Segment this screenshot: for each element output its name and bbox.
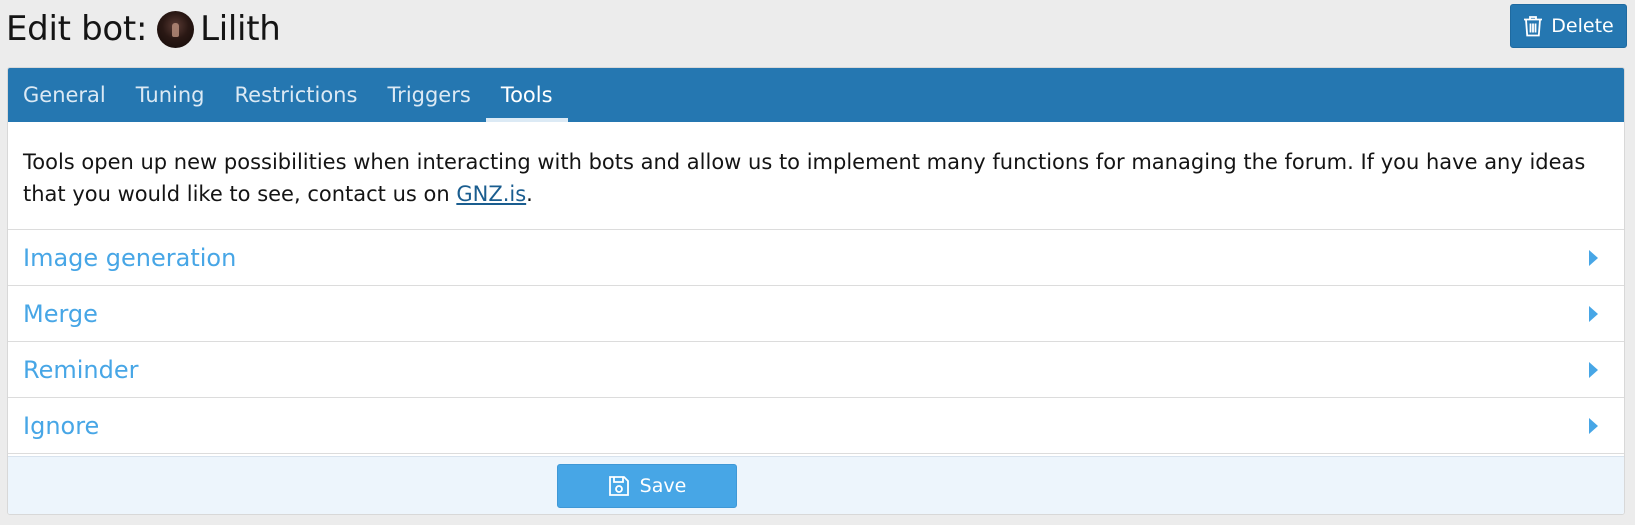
tab-label: Restrictions [234, 83, 358, 107]
save-icon [608, 476, 629, 496]
tools-description: Tools open up new possibilities when int… [8, 122, 1624, 230]
page-title: Edit bot: Lilith [6, 4, 281, 54]
tools-description-text: Tools open up new possibilities when int… [23, 150, 1586, 206]
tab-label: Tools [500, 83, 553, 107]
tab-restrictions[interactable]: Restrictions [220, 68, 373, 122]
tab-label: Tuning [135, 83, 205, 107]
caret-right-icon [1589, 361, 1598, 378]
tools-description-end: . [526, 182, 533, 206]
tab-label: General [23, 83, 106, 107]
tool-label: Merge [23, 299, 98, 328]
form-footer: Save [8, 456, 1624, 514]
tool-label: Ignore [23, 411, 100, 440]
tab-triggers[interactable]: Triggers [372, 68, 485, 122]
edit-bot-form: General Tuning Restrictions Triggers Too… [7, 67, 1625, 515]
gnz-link[interactable]: GNZ.is [456, 182, 526, 206]
tool-label: Reminder [23, 355, 139, 384]
tab-tools[interactable]: Tools [485, 68, 568, 122]
bot-avatar [157, 10, 195, 48]
tool-ignore[interactable]: Ignore [8, 398, 1624, 454]
tab-tuning[interactable]: Tuning [121, 68, 220, 122]
tool-image-generation[interactable]: Image generation [8, 230, 1624, 286]
caret-right-icon [1589, 305, 1598, 322]
trash-icon [1524, 16, 1543, 37]
caret-right-icon [1589, 249, 1598, 266]
tool-reminder[interactable]: Reminder [8, 342, 1624, 398]
bot-name: Lilith [200, 9, 281, 49]
page-title-prefix: Edit bot: [6, 9, 148, 49]
delete-button[interactable]: Delete [1510, 4, 1627, 48]
tool-label: Image generation [23, 243, 237, 272]
tab-bar: General Tuning Restrictions Triggers Too… [8, 68, 1624, 122]
save-button-label: Save [639, 475, 687, 497]
delete-button-label: Delete [1551, 15, 1614, 37]
tab-label: Triggers [387, 83, 471, 107]
tool-merge[interactable]: Merge [8, 286, 1624, 342]
tab-general[interactable]: General [8, 68, 121, 122]
caret-right-icon [1589, 417, 1598, 434]
page: Edit bot: Lilith Delete General Tuning R… [0, 0, 1635, 525]
save-button[interactable]: Save [557, 464, 737, 508]
